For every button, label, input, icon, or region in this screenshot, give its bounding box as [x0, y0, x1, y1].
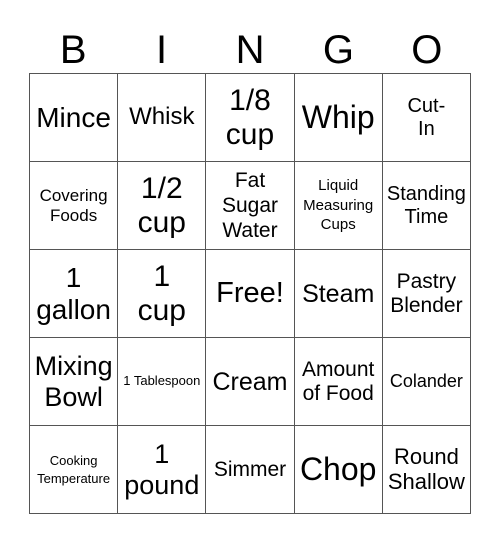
- bingo-cell[interactable]: Cut-In: [382, 74, 471, 162]
- bingo-cell[interactable]: Simmer: [206, 426, 295, 514]
- bingo-cell[interactable]: Liquid Measuring Cups: [294, 162, 383, 250]
- bingo-cell[interactable]: 1/2 cup: [118, 162, 207, 250]
- free-space[interactable]: Free!: [206, 250, 295, 338]
- bingo-cell[interactable]: Covering Foods: [30, 162, 119, 250]
- bingo-cell[interactable]: 1 pound: [118, 426, 207, 514]
- bingo-cell[interactable]: Whisk: [118, 74, 207, 162]
- bingo-cell[interactable]: Pastry Blender: [382, 250, 471, 338]
- bingo-cell[interactable]: Cooking Temperature: [30, 426, 119, 514]
- header-letter-b: B: [59, 28, 87, 72]
- header-letter-o: O: [411, 28, 443, 72]
- bingo-grid: Mince Whisk 1/8 cup Whip Cut-In Covering…: [29, 73, 471, 514]
- bingo-header: B I N G O: [29, 28, 471, 72]
- bingo-cell[interactable]: 1 Tablespoon: [118, 338, 207, 426]
- bingo-cell[interactable]: Cream: [206, 338, 295, 426]
- bingo-cell[interactable]: Fat Sugar Water: [206, 162, 295, 250]
- header-letter-g: G: [322, 28, 354, 72]
- bingo-cell[interactable]: Amount of Food: [294, 338, 383, 426]
- bingo-cell[interactable]: Standing Time: [382, 162, 471, 250]
- bingo-cell[interactable]: Round Shallow: [382, 426, 471, 514]
- bingo-cell[interactable]: 1 cup: [118, 250, 207, 338]
- bingo-cell[interactable]: Colander: [382, 338, 471, 426]
- bingo-cell[interactable]: Mince: [30, 74, 119, 162]
- bingo-cell[interactable]: Mixing Bowl: [30, 338, 119, 426]
- bingo-cell[interactable]: Chop: [294, 426, 383, 514]
- bingo-cell[interactable]: 1/8 cup: [206, 74, 295, 162]
- header-letter-i: I: [156, 28, 168, 72]
- bingo-cell[interactable]: Whip: [294, 74, 383, 162]
- bingo-cell[interactable]: 1 gallon: [30, 250, 119, 338]
- header-letter-n: N: [235, 28, 265, 72]
- bingo-cell[interactable]: Steam: [294, 250, 383, 338]
